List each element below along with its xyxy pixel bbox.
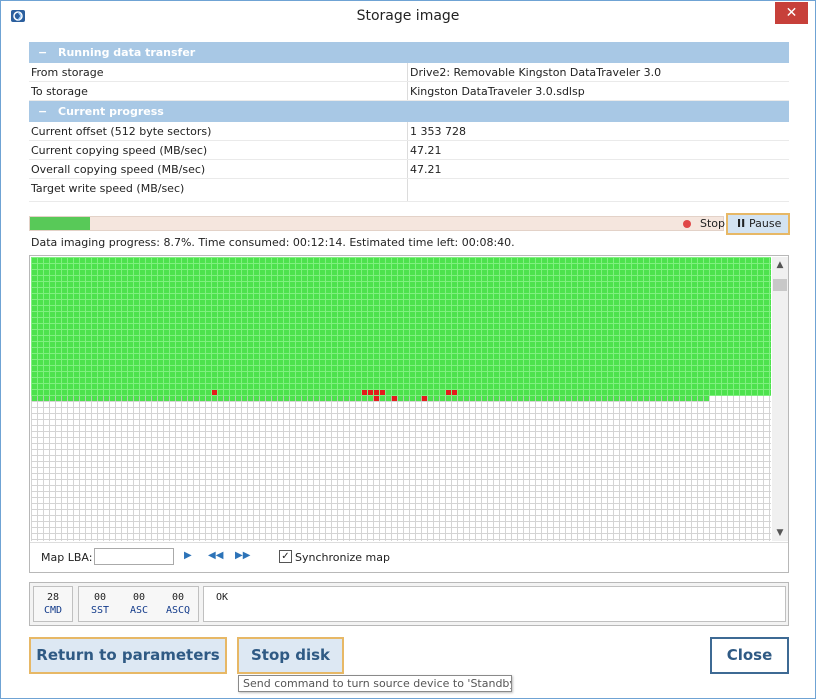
pause-button[interactable]: II Pause <box>726 213 790 235</box>
scroll-thumb[interactable] <box>773 279 787 291</box>
device-register-panel: 28 CMD 00 SST 00 ASC 00 ASCQ OK <box>29 582 789 626</box>
sector-map[interactable] <box>31 257 771 541</box>
ascq-value: 00 <box>171 592 185 603</box>
info-value: 47.21 <box>410 144 442 157</box>
close-button[interactable]: Close <box>710 637 789 674</box>
go-play-icon[interactable]: ▶ <box>184 550 192 561</box>
progress-bar <box>29 216 724 231</box>
sense-registers: 00 SST 00 ASC 00 ASCQ <box>78 586 199 622</box>
map-scrollbar[interactable]: ▲ ▼ <box>772 257 788 541</box>
info-row: Overall copying speed (MB/sec) 47.21 <box>29 160 789 179</box>
stop-icon[interactable] <box>683 220 691 228</box>
progress-fill <box>30 217 90 230</box>
asc-value: 00 <box>132 592 146 603</box>
sector-map-grid <box>31 257 771 541</box>
stop-disk-tooltip: Send command to turn source device to 'S… <box>238 675 512 692</box>
cmd-value: 28 <box>46 592 60 603</box>
map-lba-input[interactable] <box>94 548 174 565</box>
transfer-info-panel: − Running data transfer From storage Driv… <box>29 42 789 202</box>
map-lba-label: Map LBA: <box>41 551 93 564</box>
imaging-status-text: Data imaging progress: 8.7%. Time consum… <box>31 236 515 249</box>
info-row: From storage Drive2: Removable Kingston … <box>29 63 789 82</box>
sector-map-panel: ▲ ▼ Map LBA: ▶ ◀◀ ▶▶ ✓ Synchronize map <box>29 255 789 573</box>
rewind-icon[interactable]: ◀◀ <box>208 550 223 561</box>
info-key: Current copying speed (MB/sec) <box>29 141 408 159</box>
info-key: To storage <box>29 82 408 100</box>
cmd-label: CMD <box>43 605 63 616</box>
sst-label: SST <box>90 605 110 616</box>
sst-value: 00 <box>93 592 107 603</box>
info-row: To storage Kingston DataTraveler 3.0.sdl… <box>29 82 789 101</box>
device-status-text: OK <box>203 586 786 622</box>
window-title: Storage image <box>356 8 460 24</box>
ascq-label: ASCQ <box>165 605 191 616</box>
scroll-down-icon[interactable]: ▼ <box>772 525 788 541</box>
info-key: Current offset (512 byte sectors) <box>29 122 408 140</box>
return-to-parameters-button[interactable]: Return to parameters <box>29 637 227 674</box>
info-row: Target write speed (MB/sec) <box>29 179 789 202</box>
title-bar: Storage image ✕ <box>1 1 815 33</box>
scroll-up-icon[interactable]: ▲ <box>772 257 788 273</box>
info-value: 1 353 728 <box>410 125 466 138</box>
section-current-progress[interactable]: − Current progress <box>29 101 789 122</box>
map-toolbar: Map LBA: ▶ ◀◀ ▶▶ ✓ Synchronize map <box>30 542 788 572</box>
asc-label: ASC <box>129 605 149 616</box>
window-close-button[interactable]: ✕ <box>775 2 808 24</box>
synchronize-map-label: Synchronize map <box>295 551 390 564</box>
info-row: Current copying speed (MB/sec) 47.21 <box>29 141 789 160</box>
info-key: Target write speed (MB/sec) <box>29 179 408 201</box>
collapse-icon[interactable]: − <box>38 101 58 122</box>
info-value: Kingston DataTraveler 3.0.sdlsp <box>410 85 585 98</box>
cmd-register: 28 CMD <box>33 586 73 622</box>
stop-button[interactable]: Stop <box>700 217 725 230</box>
progress-area: Stop II Pause <box>29 213 790 235</box>
section-running-transfer[interactable]: − Running data transfer <box>29 42 789 63</box>
pause-icon: II <box>737 217 746 230</box>
info-value <box>408 179 789 201</box>
info-key: Overall copying speed (MB/sec) <box>29 160 408 178</box>
stop-disk-button[interactable]: Stop disk <box>237 637 344 674</box>
collapse-icon[interactable]: − <box>38 42 58 63</box>
fast-forward-icon[interactable]: ▶▶ <box>235 550 250 561</box>
storage-image-dialog: Storage image ✕ − Running data transfer F… <box>0 0 816 699</box>
info-key: From storage <box>29 63 408 81</box>
synchronize-map-checkbox[interactable]: ✓ <box>279 550 292 563</box>
info-value: 47.21 <box>410 163 442 176</box>
info-value: Drive2: Removable Kingston DataTraveler … <box>410 66 662 79</box>
info-row: Current offset (512 byte sectors) 1 353 … <box>29 122 789 141</box>
